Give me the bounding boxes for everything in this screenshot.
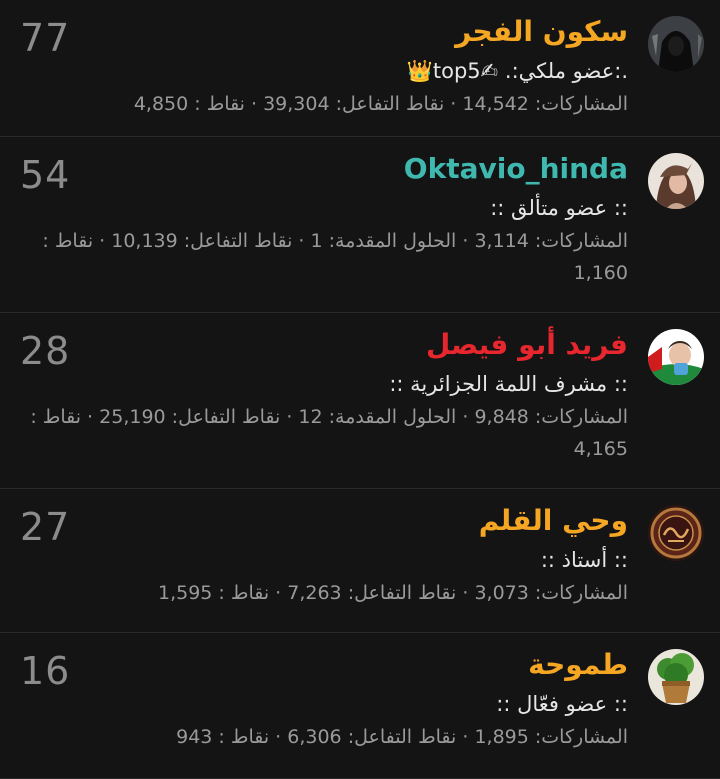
member-title: :: أستاذ ::	[540, 548, 628, 572]
member-name[interactable]: فريد أبو فيصل	[20, 325, 628, 365]
hooded-figure-avatar[interactable]	[648, 16, 704, 72]
baby-avatar[interactable]	[648, 329, 704, 385]
member-stats: المشاركات: 14,542 · نقاط التفاعل: 39,304…	[133, 93, 628, 115]
list-item[interactable]: 27 وحي القلم :: أستاذ :: المشاركات: 3,07…	[0, 489, 720, 633]
list-item[interactable]: 77 سكون الفجر .:عضو ملكي:. ✍top5👑 المشار…	[0, 0, 720, 137]
member-name[interactable]: وحي القلم	[20, 501, 628, 541]
member-stats: المشاركات: 3,073 · نقاط التفاعل: 7,263 ·…	[157, 582, 628, 604]
member-stats: المشاركات: 9,848 · الحلول المقدمة: 12 · …	[30, 406, 628, 460]
member-name[interactable]: سكون الفجر	[20, 12, 628, 52]
members-list: 77 سكون الفجر .:عضو ملكي:. ✍top5👑 المشار…	[0, 0, 720, 779]
member-info: طموحة :: عضو فعّال :: المشاركات: 1,895 ·…	[20, 645, 628, 753]
plant-avatar[interactable]	[648, 649, 704, 705]
member-info: وحي القلم :: أستاذ :: المشاركات: 3,073 ·…	[20, 501, 628, 609]
member-info: فريد أبو فيصل :: مشرف اللمة الجزائرية ::…	[20, 325, 628, 465]
member-title: .:عضو ملكي:. ✍top5👑	[406, 59, 628, 83]
member-title: :: مشرف اللمة الجزائرية ::	[389, 372, 628, 396]
member-info: Oktavio_hinda :: عضو متألق :: المشاركات:…	[20, 149, 628, 289]
member-stats: المشاركات: 3,114 · الحلول المقدمة: 1 · ن…	[42, 230, 628, 284]
girl-avatar[interactable]	[648, 153, 704, 209]
member-title: :: عضو فعّال ::	[496, 692, 628, 716]
member-info: سكون الفجر .:عضو ملكي:. ✍top5👑 المشاركات…	[20, 12, 628, 120]
member-stats: المشاركات: 1,895 · نقاط التفاعل: 6,306 ·…	[176, 726, 628, 748]
member-name[interactable]: طموحة	[20, 645, 628, 685]
list-item[interactable]: 28 فريد أبو فيصل :: مشرف اللمة الجزائرية…	[0, 313, 720, 489]
member-name[interactable]: Oktavio_hinda	[20, 149, 628, 189]
member-title: :: عضو متألق ::	[490, 196, 628, 220]
list-item[interactable]: 54 Oktavio_hinda :: عضو متألق :: المشارك…	[0, 137, 720, 313]
calligraphy-avatar[interactable]	[648, 505, 704, 561]
list-item[interactable]: 16 طموحة :: عضو فعّال :: المشاركات: 1,89…	[0, 633, 720, 779]
